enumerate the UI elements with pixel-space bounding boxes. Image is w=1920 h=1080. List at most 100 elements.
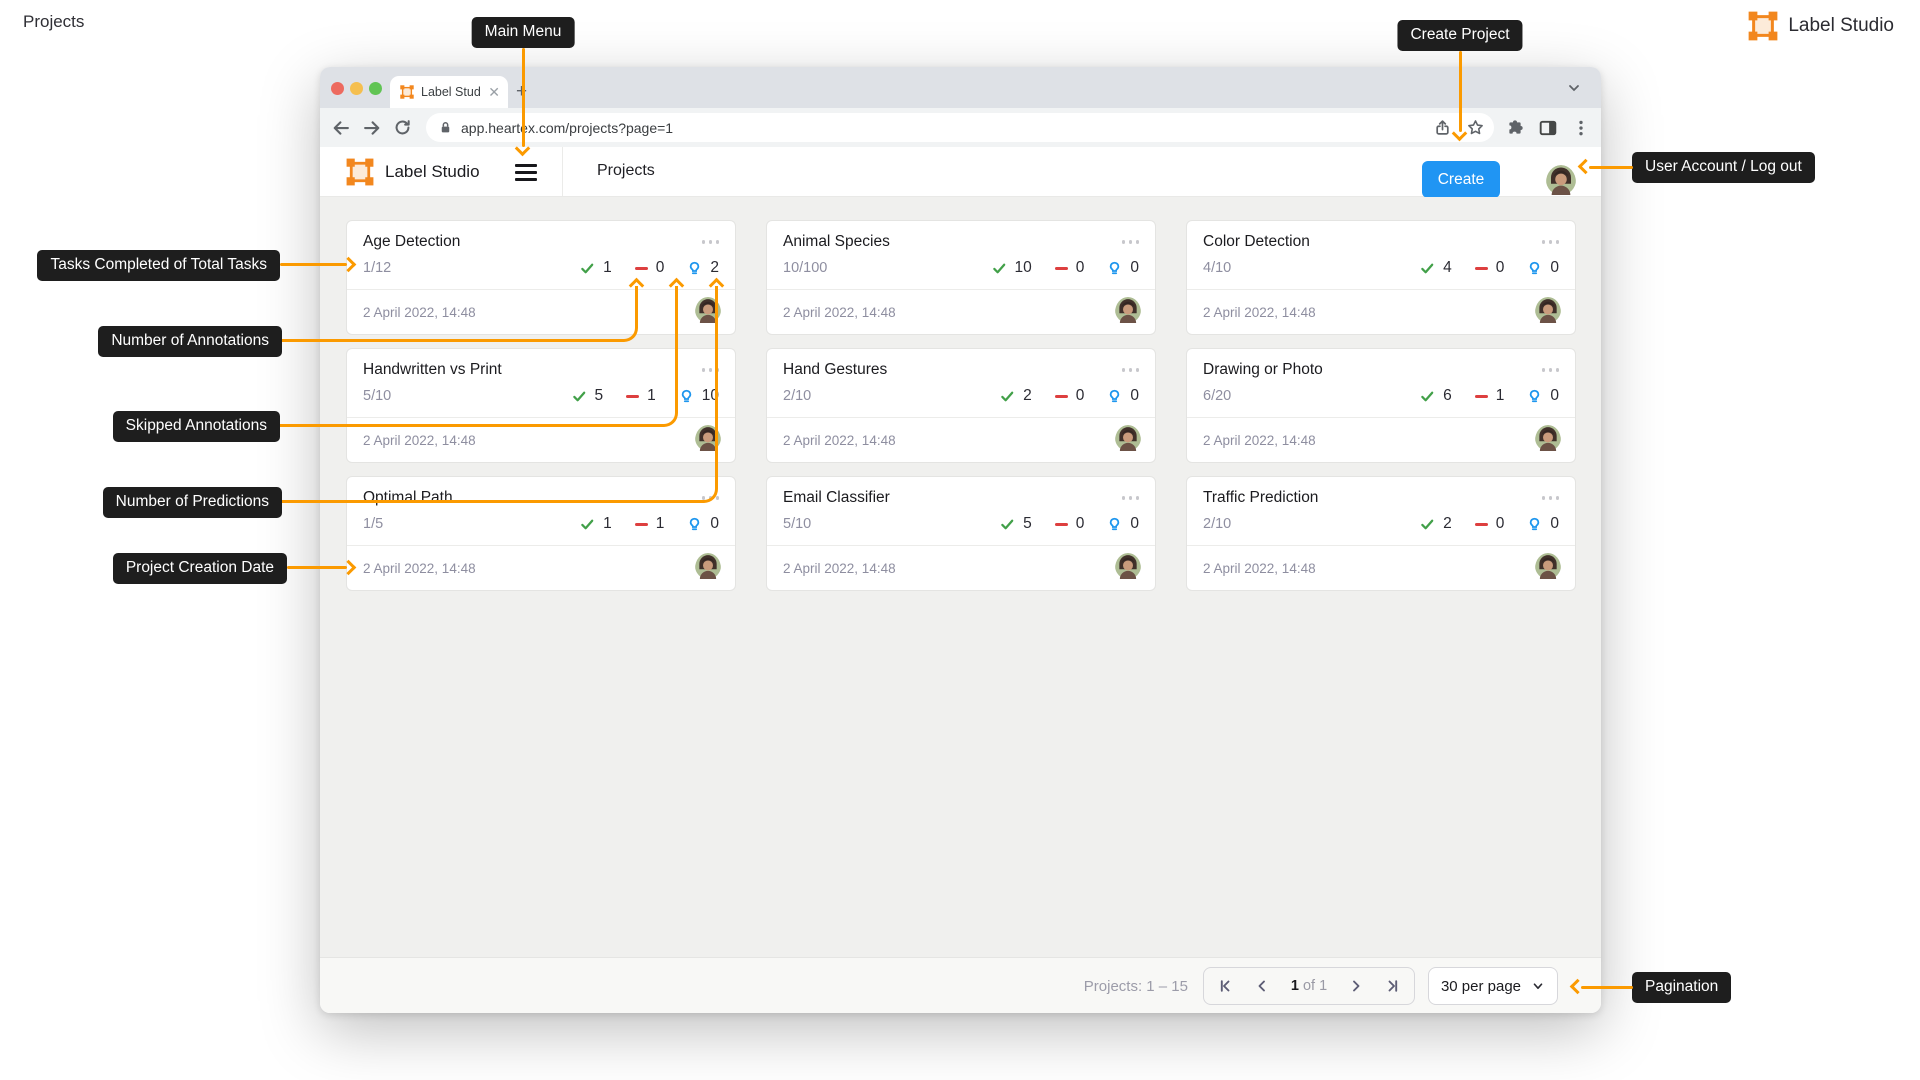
first-page-button[interactable]: [1217, 978, 1233, 994]
project-annotations-count: 1: [603, 259, 612, 277]
project-task-progress: 6/20: [1203, 388, 1231, 404]
project-title: Animal Species: [783, 233, 890, 251]
project-task-progress: 1/5: [363, 516, 383, 532]
next-page-button[interactable]: [1348, 978, 1364, 994]
project-user-avatar: [695, 553, 721, 584]
project-task-progress: 4/10: [1203, 260, 1231, 276]
project-created-date: 2 April 2022, 14:48: [1203, 305, 1316, 320]
project-menu-kebab-icon[interactable]: [702, 364, 720, 376]
bookmark-star-icon[interactable]: [1467, 119, 1484, 136]
project-menu-kebab-icon[interactable]: [702, 492, 720, 504]
project-menu-kebab-icon[interactable]: [1122, 492, 1140, 504]
project-card[interactable]: Traffic Prediction 2/10 2 0 0 2 April 20…: [1186, 476, 1576, 591]
callout-skipped: Skipped Annotations: [113, 411, 280, 442]
annotations-check-icon: [1420, 261, 1435, 276]
annotations-check-icon: [580, 517, 595, 532]
project-menu-kebab-icon[interactable]: [702, 236, 720, 248]
main-menu-hamburger-icon[interactable]: [515, 164, 537, 181]
page-title: Projects: [23, 12, 84, 32]
project-card[interactable]: Handwritten vs Print 5/10 5 1 10 2 April…: [346, 348, 736, 463]
project-card[interactable]: Email Classifier 5/10 5 0 0 2 April 2022…: [766, 476, 1156, 591]
project-card[interactable]: Drawing or Photo 6/20 6 1 0 2 April 2022…: [1186, 348, 1576, 463]
project-created-date: 2 April 2022, 14:48: [363, 433, 476, 448]
url-bar[interactable]: app.heartex.com/projects?page=1: [426, 113, 1494, 142]
prev-page-button[interactable]: [1254, 978, 1270, 994]
project-user-avatar: [695, 297, 721, 328]
tab-favicon: [400, 85, 414, 99]
project-menu-kebab-icon[interactable]: [1542, 236, 1560, 248]
share-icon[interactable]: [1434, 119, 1451, 136]
back-icon[interactable]: [331, 118, 351, 138]
project-skipped-count: 1: [1496, 387, 1505, 405]
browser-tab-strip: Label Studio ✕ +: [320, 67, 1601, 108]
project-task-progress: 2/10: [1203, 516, 1231, 532]
app-brand: Label Studio: [346, 158, 480, 186]
user-avatar[interactable]: [1546, 165, 1576, 200]
project-annotations-count: 5: [595, 387, 604, 405]
browser-tab[interactable]: Label Studio ✕: [390, 76, 508, 108]
project-task-progress: 2/10: [783, 388, 811, 404]
project-skipped-count: 0: [1496, 515, 1505, 533]
current-page: 1: [1291, 978, 1299, 994]
project-predictions-count: 0: [710, 515, 719, 533]
project-menu-kebab-icon[interactable]: [1122, 236, 1140, 248]
forward-icon[interactable]: [362, 118, 382, 138]
project-task-progress: 10/100: [783, 260, 827, 276]
per-page-dropdown[interactable]: 30 per page: [1428, 967, 1558, 1005]
callout-user-account: User Account / Log out: [1632, 152, 1815, 183]
url-text: app.heartex.com/projects?page=1: [461, 120, 1434, 136]
tab-close-icon[interactable]: ✕: [488, 85, 500, 99]
tab-search-chevron-icon[interactable]: [1566, 80, 1582, 96]
project-card[interactable]: Optimal Path 1/5 1 1 0 2 April 2022, 14:…: [346, 476, 736, 591]
site-brand: Label Studio: [1748, 11, 1894, 41]
predictions-bulb-icon: [1527, 388, 1542, 404]
project-menu-kebab-icon[interactable]: [1122, 364, 1140, 376]
project-predictions-count: 0: [1550, 387, 1559, 405]
callout-annotations: Number of Annotations: [98, 326, 282, 357]
project-created-date: 2 April 2022, 14:48: [363, 305, 476, 320]
window-close-button[interactable]: [331, 82, 344, 95]
tab-title: Label Studio: [421, 85, 481, 99]
project-title: Hand Gestures: [783, 361, 887, 379]
project-predictions-count: 2: [710, 259, 719, 277]
skipped-minus-icon: [626, 395, 639, 398]
project-skipped-count: 1: [656, 515, 665, 533]
project-card[interactable]: Color Detection 4/10 4 0 0 2 April 2022,…: [1186, 220, 1576, 335]
project-task-progress: 1/12: [363, 260, 391, 276]
predictions-bulb-icon: [687, 516, 702, 532]
predictions-bulb-icon: [1107, 516, 1122, 532]
header-divider: [562, 147, 563, 196]
project-title: Email Classifier: [783, 489, 890, 507]
project-annotations-count: 2: [1023, 387, 1032, 405]
label-studio-logo-icon: [1748, 11, 1778, 41]
extensions-puzzle-icon[interactable]: [1506, 119, 1524, 137]
last-page-button[interactable]: [1385, 978, 1401, 994]
site-brand-name: Label Studio: [1788, 15, 1894, 37]
window-zoom-button[interactable]: [369, 82, 382, 95]
project-predictions-count: 0: [1130, 387, 1139, 405]
project-menu-kebab-icon[interactable]: [1542, 492, 1560, 504]
callout-pagination: Pagination: [1632, 972, 1731, 1003]
skipped-minus-icon: [1475, 523, 1488, 526]
project-created-date: 2 April 2022, 14:48: [783, 433, 896, 448]
project-card[interactable]: Age Detection 1/12 1 0 2 2 April 2022, 1…: [346, 220, 736, 335]
project-user-avatar: [1115, 553, 1141, 584]
skipped-minus-icon: [1475, 395, 1488, 398]
predictions-bulb-icon: [1527, 516, 1542, 532]
project-user-avatar: [695, 425, 721, 456]
project-title: Optimal Path: [363, 489, 453, 507]
project-card[interactable]: Animal Species 10/100 10 0 0 2 April 202…: [766, 220, 1156, 335]
callout-tasks-completed: Tasks Completed of Total Tasks: [37, 250, 280, 281]
project-title: Handwritten vs Print: [363, 361, 502, 379]
side-panel-icon[interactable]: [1539, 119, 1557, 137]
project-menu-kebab-icon[interactable]: [1542, 364, 1560, 376]
window-minimize-button[interactable]: [350, 82, 363, 95]
annotations-check-icon: [572, 389, 587, 404]
reload-icon[interactable]: [393, 118, 412, 137]
new-tab-button[interactable]: +: [516, 80, 527, 104]
predictions-bulb-icon: [1107, 388, 1122, 404]
browser-menu-kebab-icon[interactable]: [1572, 119, 1590, 137]
project-skipped-count: 1: [647, 387, 656, 405]
create-project-button[interactable]: Create: [1422, 161, 1500, 198]
project-card[interactable]: Hand Gestures 2/10 2 0 0 2 April 2022, 1…: [766, 348, 1156, 463]
